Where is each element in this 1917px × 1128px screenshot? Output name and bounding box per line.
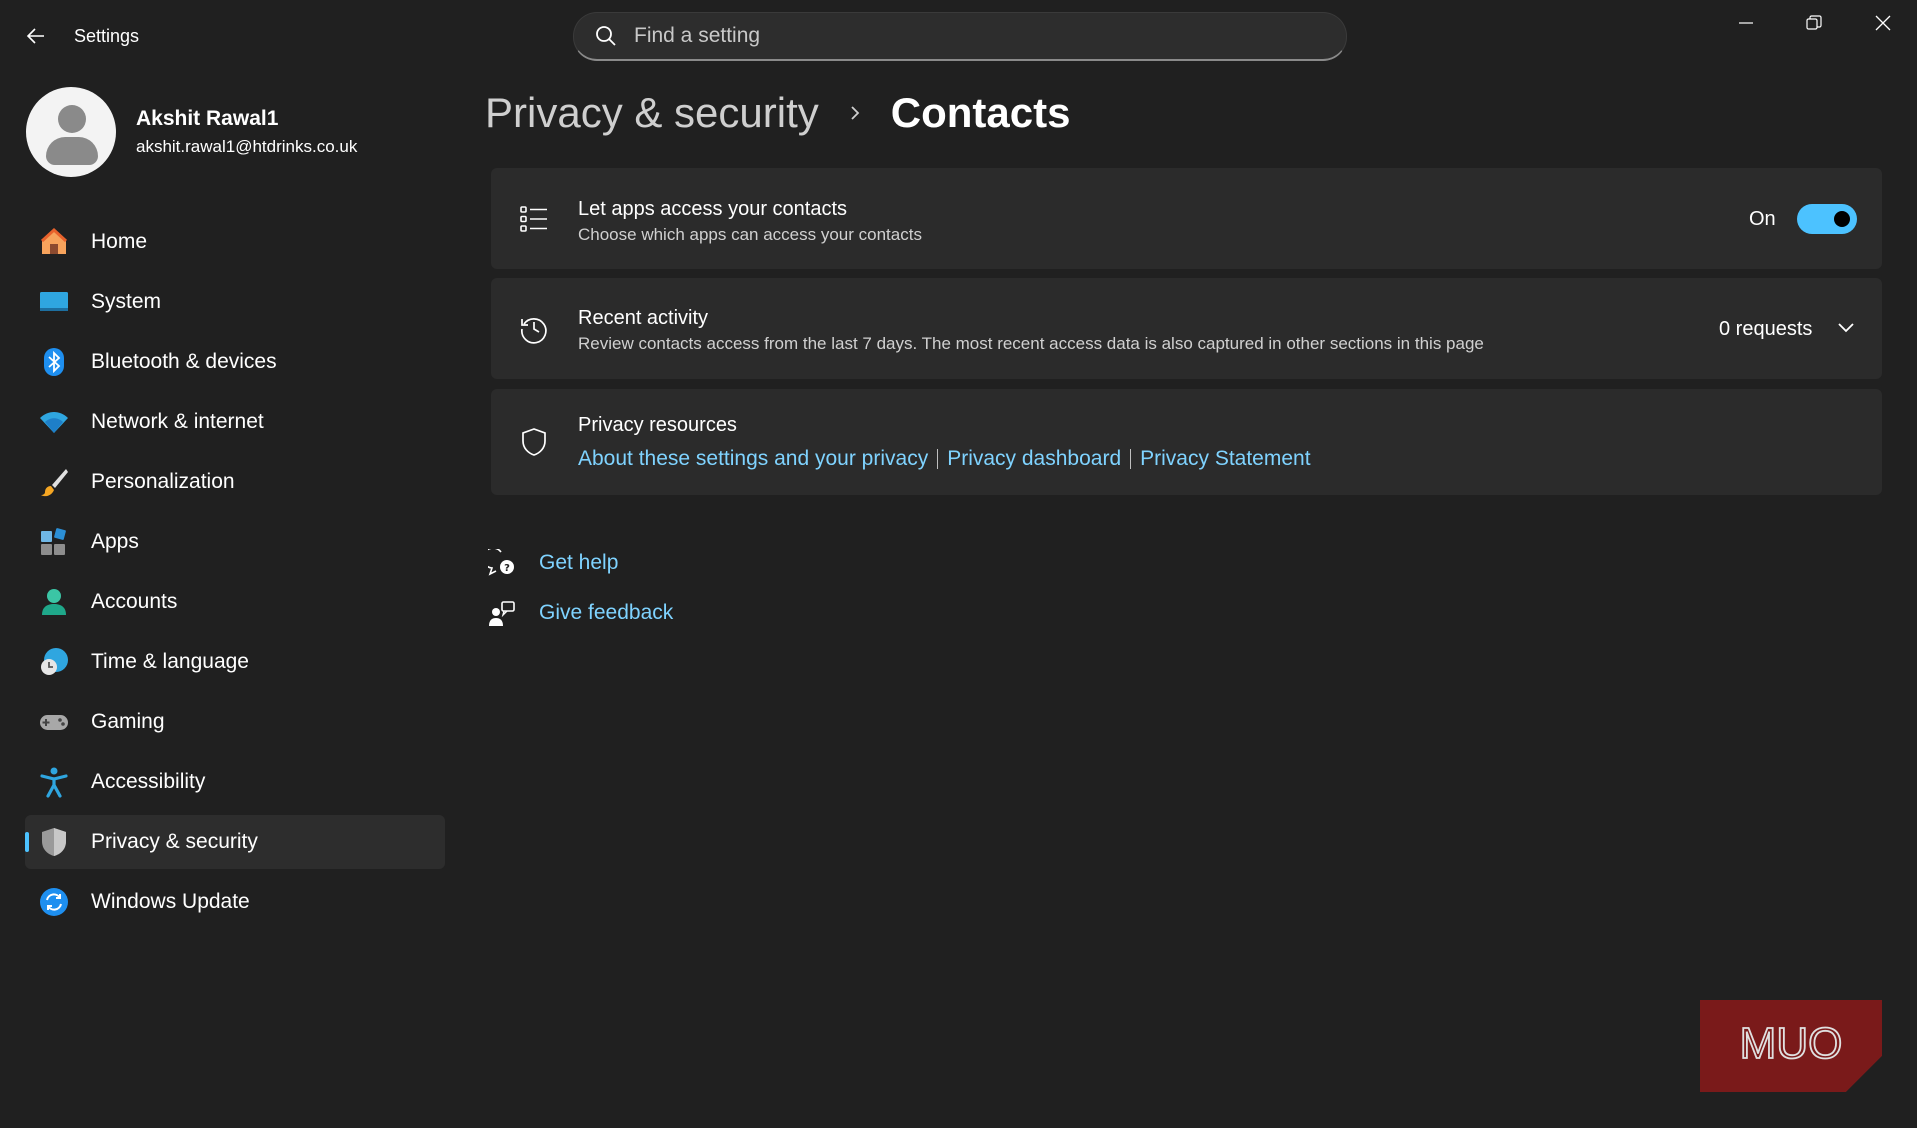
muo-watermark-logo: MUO [1700, 1000, 1882, 1092]
card-subtitle: Choose which apps can access your contac… [578, 225, 922, 244]
sidebar-item-label: Apps [91, 530, 139, 553]
shield-outline-icon [517, 425, 551, 459]
title-bar: Settings [0, 0, 1917, 74]
give-feedback-link[interactable]: Give feedback [539, 601, 673, 625]
list-icon [517, 202, 551, 236]
get-help-row[interactable]: ? Get help [487, 548, 618, 578]
chevron-down-icon[interactable] [1836, 318, 1856, 338]
recent-activity-card[interactable]: Recent activity Review contacts access f… [491, 278, 1882, 379]
get-help-link[interactable]: Get help [539, 551, 618, 575]
avatar [26, 87, 116, 177]
sidebar-item-label: Windows Update [91, 890, 250, 913]
give-feedback-row[interactable]: Give feedback [487, 598, 673, 628]
sidebar-item-label: Accessibility [91, 770, 206, 793]
sidebar-item-personalization[interactable]: Personalization [25, 455, 445, 509]
link-divider [1130, 449, 1132, 469]
sidebar-item-label: Personalization [91, 470, 235, 493]
shield-icon [37, 825, 71, 859]
app-title: Settings [74, 26, 140, 46]
sidebar-item-label: System [91, 290, 162, 313]
chevron-right-icon [845, 103, 865, 123]
toggle-knob [1834, 211, 1850, 227]
sidebar-item-apps[interactable]: Apps [25, 515, 445, 569]
sidebar-item-windows-update[interactable]: Windows Update [25, 875, 445, 929]
breadcrumb: Privacy & security Contacts [485, 86, 1070, 140]
toggle-state-label: On [1749, 208, 1776, 230]
contacts-access-card: Let apps access your contacts Choose whi… [491, 168, 1882, 269]
search-box[interactable] [573, 12, 1347, 61]
card-subtitle: Review contacts access from the last 7 d… [578, 334, 1484, 353]
contacts-access-toggle[interactable] [1797, 204, 1857, 234]
close-button[interactable] [1849, 0, 1917, 46]
gamepad-icon [37, 705, 71, 739]
breadcrumb-parent[interactable]: Privacy & security [485, 89, 819, 137]
sidebar-item-label: Time & language [91, 650, 249, 673]
bluetooth-icon [37, 345, 71, 379]
sidebar-item-accessibility[interactable]: Accessibility [25, 755, 445, 809]
sidebar-item-label: Bluetooth & devices [91, 350, 277, 373]
back-arrow-icon [26, 28, 44, 44]
restore-button[interactable] [1780, 0, 1848, 46]
close-icon [1875, 15, 1891, 31]
update-icon [37, 885, 71, 919]
sidebar-item-gaming[interactable]: Gaming [25, 695, 445, 749]
sidebar-item-label: Privacy & security [91, 830, 258, 853]
profile-email: akshit.rawal1@htdrinks.co.uk [136, 137, 358, 156]
globe-clock-icon [37, 645, 71, 679]
help-chat-icon: ? [487, 548, 517, 578]
apps-icon [37, 525, 71, 559]
back-button[interactable] [18, 18, 54, 54]
brush-icon [37, 465, 71, 499]
page-title: Contacts [890, 89, 1071, 136]
sidebar-item-system[interactable]: System [25, 275, 445, 329]
system-icon [37, 285, 71, 319]
minimize-icon [1739, 22, 1753, 24]
sidebar-item-home[interactable]: Home [25, 215, 445, 269]
sidebar-item-label: Gaming [91, 710, 165, 733]
minimize-button[interactable] [1712, 0, 1780, 46]
accessibility-icon [37, 765, 71, 799]
sidebar-item-bluetooth[interactable]: Bluetooth & devices [25, 335, 445, 389]
requests-count: 0 requests [1719, 318, 1813, 340]
sidebar-item-privacy-security[interactable]: Privacy & security [25, 815, 445, 869]
wifi-icon [37, 405, 71, 439]
svg-text:?: ? [504, 563, 510, 574]
sidebar-item-time-language[interactable]: Time & language [25, 635, 445, 689]
privacy-statement-link[interactable]: Privacy Statement [1140, 447, 1310, 471]
search-input[interactable] [634, 24, 1314, 48]
user-profile[interactable]: Akshit Rawal1 akshit.rawal1@htdrinks.co.… [26, 87, 357, 177]
home-icon [37, 225, 71, 259]
sidebar-item-network[interactable]: Network & internet [25, 395, 445, 449]
sidebar-item-label: Accounts [91, 590, 178, 613]
card-title: Privacy resources [578, 414, 737, 436]
privacy-links: About these settings and your privacy Pr… [578, 447, 1311, 471]
watermark-text: MUO [1740, 1019, 1843, 1068]
privacy-resources-card: Privacy resources About these settings a… [491, 389, 1882, 495]
card-title: Let apps access your contacts [578, 198, 848, 220]
sidebar-item-label: Home [91, 230, 148, 253]
sidebar-item-label: Network & internet [91, 410, 264, 433]
privacy-dashboard-link[interactable]: Privacy dashboard [947, 447, 1121, 471]
history-icon [517, 312, 551, 346]
link-divider [937, 449, 939, 469]
card-title: Recent activity [578, 307, 709, 329]
accounts-icon [37, 585, 71, 619]
search-icon [594, 24, 618, 48]
sidebar-item-accounts[interactable]: Accounts [25, 575, 445, 629]
about-settings-link[interactable]: About these settings and your privacy [578, 447, 928, 471]
feedback-icon [487, 598, 517, 628]
sidebar-nav: Home System Bluetooth & devices Network … [25, 215, 445, 935]
profile-name: Akshit Rawal1 [136, 107, 279, 130]
restore-icon [1806, 15, 1822, 30]
